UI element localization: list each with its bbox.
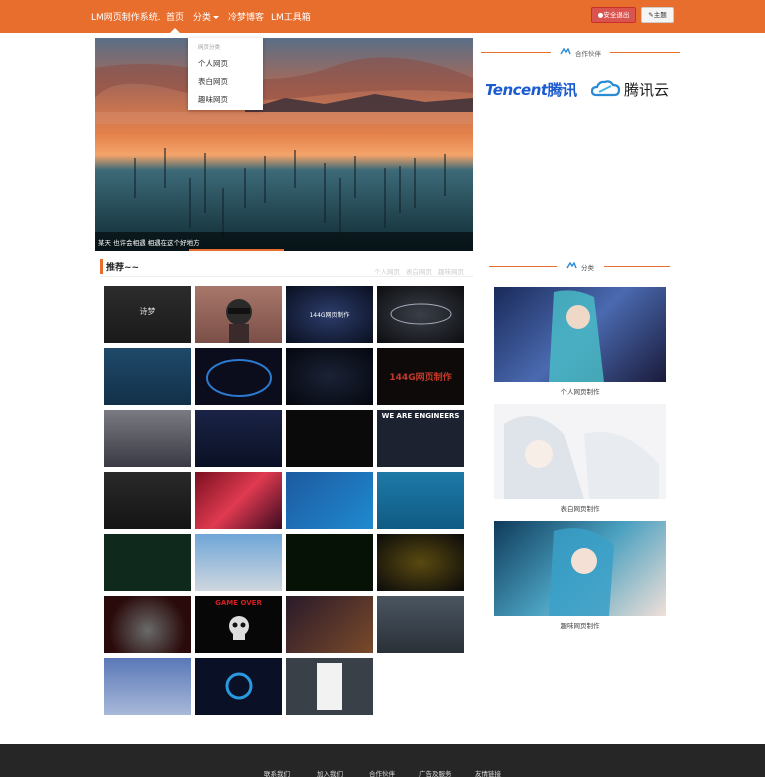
template-thumb[interactable] [377, 286, 464, 343]
edit-button[interactable]: ✎主题 [641, 7, 674, 23]
nav-item-toolbox[interactable]: LM工具箱 [271, 10, 311, 23]
template-thumb[interactable] [286, 472, 373, 529]
template-thumb[interactable] [195, 534, 282, 591]
footer-link-ads[interactable]: 广告及服务 [419, 768, 452, 777]
category-caption-fun[interactable]: 趣味网页制作 [494, 620, 666, 630]
categories-divider-left [489, 266, 557, 267]
site-brand[interactable]: LM网页制作系统. [91, 10, 161, 23]
template-thumb[interactable] [195, 658, 282, 715]
template-thumb[interactable] [195, 472, 282, 529]
footer-link-contact[interactable]: 联系我们 [264, 768, 290, 777]
template-thumb[interactable]: 诗梦 [104, 286, 191, 343]
dropdown-item-confession[interactable]: 表白网页 [198, 76, 228, 87]
template-thumb[interactable] [104, 596, 191, 653]
nav-item-home[interactable]: 首页 [166, 10, 184, 23]
template-thumb[interactable] [286, 348, 373, 405]
nav-item-category-label: 分类 [193, 13, 212, 23]
tab-fun[interactable]: 趣味网页 [438, 266, 464, 276]
dropdown-item-personal[interactable]: 个人网页 [198, 58, 228, 69]
thumb-image [225, 672, 253, 700]
footer-link-friends[interactable]: 友情链接 [475, 768, 501, 777]
category-image-personal[interactable] [494, 287, 666, 382]
thumb-image [226, 299, 252, 343]
thumb-title: 144G网页制作 [389, 373, 452, 383]
template-thumb[interactable] [104, 534, 191, 591]
template-thumb[interactable] [104, 410, 191, 467]
template-thumb[interactable] [286, 596, 373, 653]
template-thumb[interactable] [286, 658, 373, 715]
thumb-title: GAME OVER [215, 599, 262, 607]
template-thumb[interactable] [286, 534, 373, 591]
thumb-title: 诗梦 [139, 307, 156, 316]
template-thumb[interactable] [195, 286, 282, 343]
dropdown-item-fun[interactable]: 趣味网页 [198, 94, 228, 105]
categories-section-icon [566, 262, 577, 269]
template-thumb[interactable] [377, 534, 464, 591]
hero-slider[interactable]: 某天 也许会相遇 相遇在这个好地方 [95, 38, 473, 251]
tencent-cloud-logo-text[interactable]: 腾讯云 [624, 79, 669, 100]
chevron-down-icon [213, 16, 220, 19]
thumb-title: 144G网页制作 [309, 312, 350, 319]
partners-section-icon [560, 48, 571, 55]
recommend-divider [100, 276, 473, 277]
template-thumb[interactable] [104, 348, 191, 405]
template-thumb[interactable]: 144G网页制作 [377, 348, 464, 405]
template-thumb[interactable] [286, 410, 373, 467]
categories-divider-right [604, 266, 670, 267]
anime-girl-image [549, 290, 604, 382]
footer-link-partners[interactable]: 合作伙伴 [369, 768, 395, 777]
category-image-fun[interactable] [494, 521, 666, 616]
template-thumb[interactable]: WE ARE ENGINEERS [377, 410, 464, 467]
category-caption-personal[interactable]: 个人网页制作 [494, 386, 666, 396]
footer-link-join[interactable]: 加入我们 [317, 768, 343, 777]
recommend-accent-bar [100, 259, 103, 274]
template-thumb[interactable]: GAME OVER [195, 596, 282, 653]
thumb-image [206, 359, 272, 397]
edit-label: 主题 [653, 11, 667, 19]
thumb-image [390, 303, 452, 325]
partners-title: 合作伙伴 [575, 50, 601, 58]
category-image-confession[interactable] [494, 404, 666, 499]
template-thumb[interactable] [104, 472, 191, 529]
template-thumb[interactable] [104, 658, 191, 715]
logout-button[interactable]: ●安全退出 [591, 7, 636, 23]
thumb-image [317, 663, 342, 710]
categories-title: 分类 [581, 264, 594, 272]
hero-progress-indicator [189, 249, 284, 251]
partners-divider-right [610, 52, 680, 53]
template-thumb[interactable] [377, 596, 464, 653]
template-thumb[interactable] [195, 348, 282, 405]
template-thumb[interactable] [195, 410, 282, 467]
tencent-logo[interactable]: Tencent腾讯 [485, 79, 577, 100]
nav-active-indicator [170, 28, 180, 33]
template-thumb[interactable] [377, 472, 464, 529]
anime-girl-image [504, 416, 659, 499]
logout-label: 安全退出 [603, 11, 630, 19]
partners-divider-left [481, 52, 551, 53]
category-caption-confession[interactable]: 表白网页制作 [494, 503, 666, 513]
category-dropdown: 网页分类 个人网页 表白网页 趣味网页 [188, 38, 263, 110]
template-thumb[interactable]: 144G网页制作 [286, 286, 373, 343]
anime-girl-image [549, 528, 614, 616]
nav-item-category[interactable]: 分类 [193, 10, 220, 23]
nav-item-blog[interactable]: 冷梦博客 [228, 10, 264, 23]
dropdown-header: 网页分类 [198, 45, 221, 51]
recommend-title: 推荐~~ [106, 263, 140, 273]
tab-personal[interactable]: 个人网页 [374, 266, 400, 276]
tab-confession[interactable]: 表白网页 [406, 266, 432, 276]
hero-image [95, 38, 473, 251]
thumb-title: WE ARE ENGINEERS [381, 412, 460, 420]
hero-caption: 某天 也许会相遇 相遇在这个好地方 [95, 232, 473, 251]
